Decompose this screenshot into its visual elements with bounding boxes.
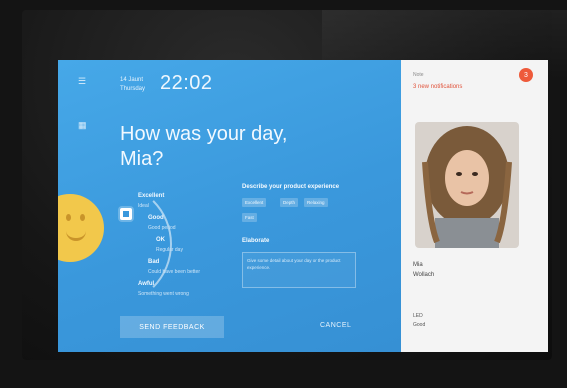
cancel-button[interactable]: CANCEL <box>320 322 351 329</box>
date-weekday: Thursday <box>120 86 146 92</box>
grid-icon[interactable]: ▦ <box>78 120 87 131</box>
experience-chip[interactable]: Fast <box>242 213 257 222</box>
feedback-panel: ☰ ▦ 14 Jaunt Thursday 22:02 How was your… <box>58 60 401 352</box>
mood-option-awful[interactable]: Awful Something went wrong <box>138 272 189 297</box>
date-display: 14 Jaunt Thursday <box>120 76 145 94</box>
send-feedback-button[interactable]: SEND FEEDBACK <box>120 316 224 338</box>
profile-photo <box>415 122 519 248</box>
experience-chip[interactable]: Depth <box>280 198 299 207</box>
profile-mood: LED Good <box>413 312 425 330</box>
describe-title: Describe your product experience <box>242 184 340 190</box>
mood-label: Excellent <box>138 193 165 199</box>
device-screen: ☰ ▦ 14 Jaunt Thursday 22:02 How was your… <box>58 60 548 352</box>
profile-first-name: Mia <box>413 262 423 268</box>
profile-last-name: Wollach <box>413 272 435 278</box>
profile-mood-value: Good <box>413 322 426 328</box>
mood-label: Awful <box>138 281 155 287</box>
experience-chip[interactable]: Excellent <box>242 198 267 207</box>
profile-mood-label: LED <box>413 313 423 319</box>
sidebar-label: Note <box>413 72 424 78</box>
elaborate-title: Elaborate <box>242 238 270 244</box>
profile-sidebar: Note 3 new notifications 3 Mia Wollach L… <box>401 60 548 352</box>
mood-label: Bad <box>148 259 160 265</box>
mood-sublabel: Something went wrong <box>138 291 189 297</box>
notification-badge[interactable]: 3 <box>519 68 533 82</box>
mood-label: Good <box>148 215 164 221</box>
greeting-line-1: How was your day, <box>120 123 288 145</box>
menu-icon[interactable]: ☰ <box>78 76 86 87</box>
greeting-line-2: Mia? <box>120 148 164 170</box>
experience-chip[interactable]: Relaxing <box>304 198 328 207</box>
mood-label: OK <box>156 237 165 243</box>
mood-dial-handle[interactable] <box>120 208 132 220</box>
elaborate-textarea[interactable]: Give some detail about your day or the p… <box>242 252 356 288</box>
clock: 22:02 <box>160 72 213 94</box>
profile-name: Mia Wollach <box>413 260 434 280</box>
notifications-link[interactable]: 3 new notifications <box>413 84 462 90</box>
date-day: 14 Jaunt <box>120 77 144 83</box>
page-title: How was your day, Mia? <box>120 122 340 172</box>
